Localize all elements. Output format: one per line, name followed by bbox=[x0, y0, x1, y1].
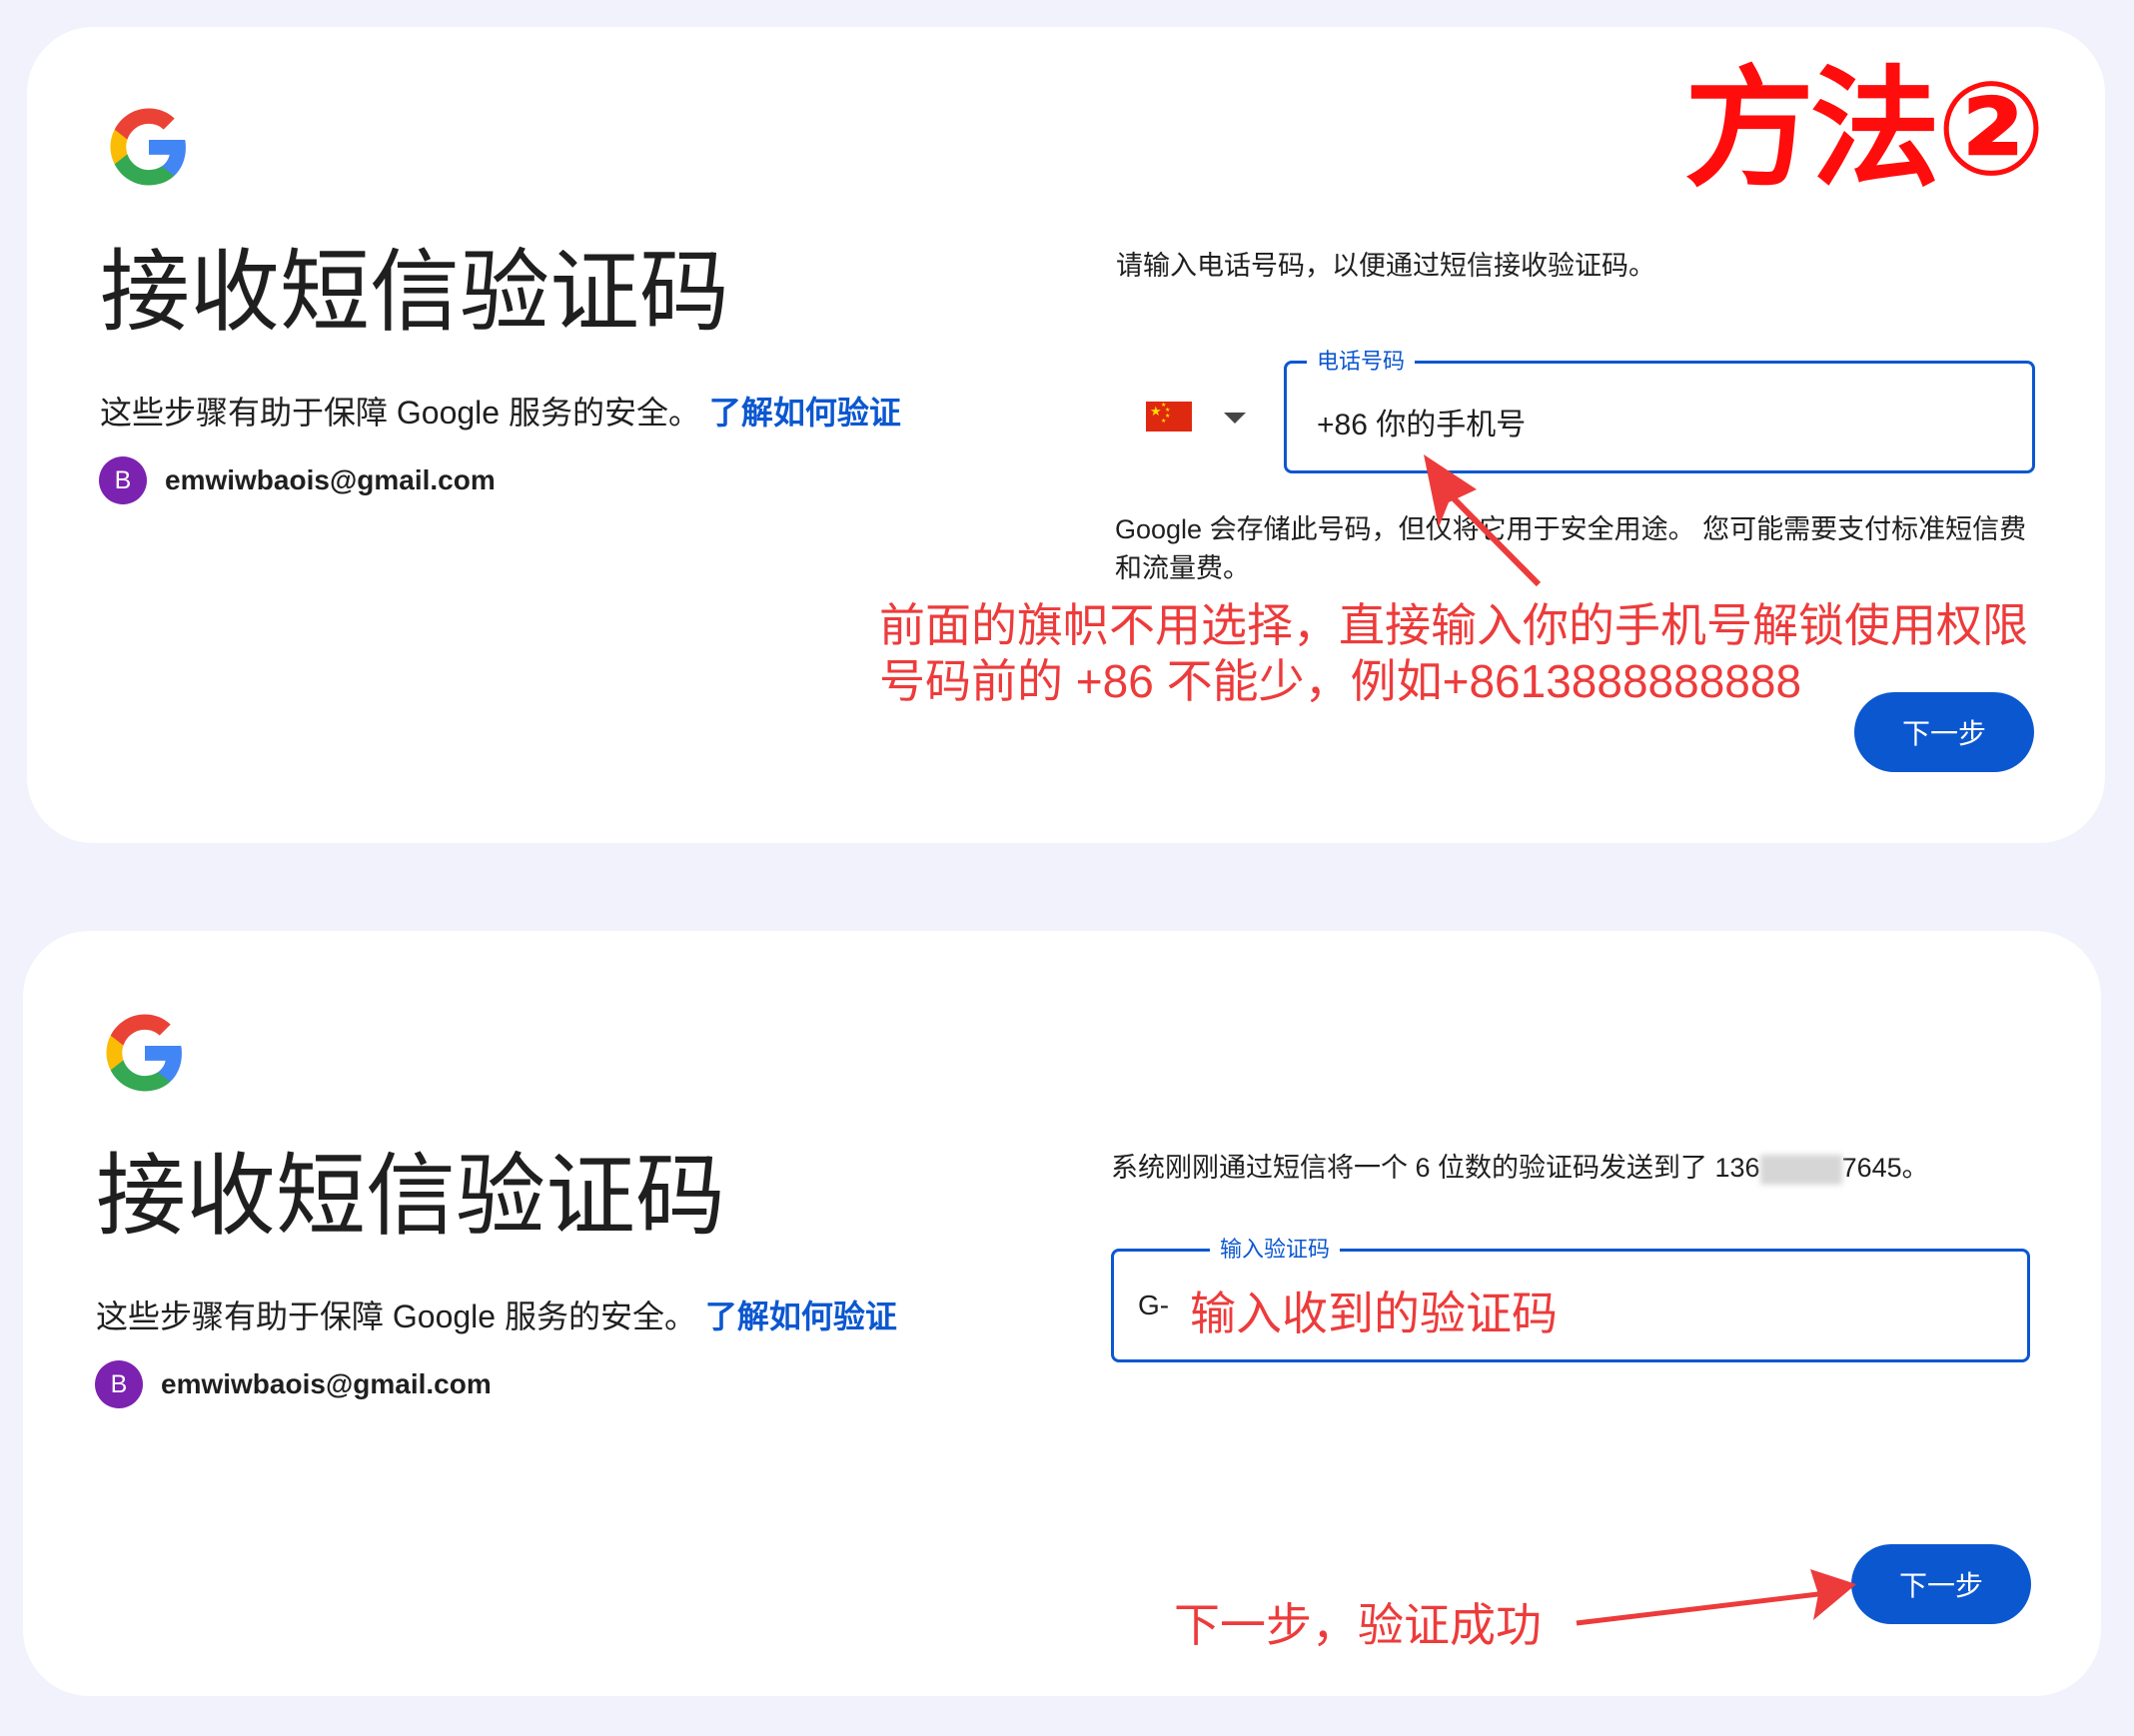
phone-number-field[interactable]: 电话号码 +86 你的手机号 bbox=[1284, 348, 2035, 473]
code-field-label: 输入验证码 bbox=[1210, 1236, 1341, 1264]
page-title: 接收短信验证码 bbox=[100, 243, 729, 343]
china-flag-icon: ★ ★ ★ ★ ★ bbox=[1146, 402, 1192, 432]
code-field-value[interactable]: 输入收到的验证码 bbox=[1190, 1278, 1558, 1343]
description-text: 这些步骤有助于保障 Google 服务的安全。 bbox=[100, 395, 700, 431]
next-button[interactable]: 下一步 bbox=[1851, 1544, 2031, 1624]
method-badge: 方法② bbox=[1684, 56, 2046, 202]
chevron-down-icon bbox=[1224, 413, 1246, 424]
page-title: 接收短信验证码 bbox=[96, 1147, 725, 1247]
page-description: 这些步骤有助于保障 Google 服务的安全。 了解如何验证 bbox=[100, 397, 901, 429]
code-prefix: G- bbox=[1138, 1290, 1170, 1320]
verification-code-field[interactable]: 输入验证码 G- 输入收到的验证码 bbox=[1111, 1236, 2030, 1362]
phone-instruction: 请输入电话号码，以便通过短信接收验证码。 bbox=[1116, 251, 1655, 281]
next-button[interactable]: 下一步 bbox=[1854, 692, 2034, 772]
code-instruction: 系统刚刚通过短信将一个 6 位数的验证码发送到了 136 7645。 bbox=[1111, 1149, 1929, 1188]
instruction-suffix: 7645。 bbox=[1841, 1153, 1929, 1183]
account-email: emwiwbaois@gmail.com bbox=[161, 1368, 492, 1399]
phone-storage-notice: Google 会存储此号码，但仅将它用于安全用途。 您可能需要支付标准短信费和流… bbox=[1115, 514, 2027, 584]
account-chip[interactable]: B emwiwbaois@gmail.com bbox=[99, 456, 496, 504]
account-email: emwiwbaois@gmail.com bbox=[165, 464, 496, 495]
learn-more-link[interactable]: 了解如何验证 bbox=[705, 1299, 897, 1334]
learn-more-link[interactable]: 了解如何验证 bbox=[709, 395, 901, 431]
page-description: 这些步骤有助于保障 Google 服务的安全。 了解如何验证 bbox=[96, 1301, 897, 1332]
code-entry-card: 接收短信验证码 这些步骤有助于保障 Google 服务的安全。 了解如何验证 B… bbox=[23, 931, 2101, 1696]
avatar: B bbox=[99, 456, 147, 504]
instruction-text: 系统刚刚通过短信将一个 6 位数的验证码发送到了 136 bbox=[1111, 1153, 1760, 1183]
account-chip[interactable]: B emwiwbaois@gmail.com bbox=[95, 1360, 492, 1408]
flag-note-line2: 号码前的 +86 不能少，例如+8613888888888 bbox=[879, 655, 1802, 707]
avatar: B bbox=[95, 1360, 143, 1408]
google-logo-icon bbox=[106, 1014, 182, 1092]
phone-field-value[interactable]: +86 你的手机号 bbox=[1317, 400, 1526, 443]
description-text: 这些步骤有助于保障 Google 服务的安全。 bbox=[96, 1299, 696, 1334]
redacted-digits bbox=[1759, 1154, 1842, 1185]
google-logo-icon bbox=[110, 108, 186, 186]
flag-note-line1: 前面的旗帜不用选择，直接输入你的手机号解锁使用权限 bbox=[879, 599, 2028, 651]
success-note: 下一步，验证成功 bbox=[1174, 1599, 1542, 1651]
phone-field-label: 电话号码 bbox=[1307, 348, 1416, 376]
